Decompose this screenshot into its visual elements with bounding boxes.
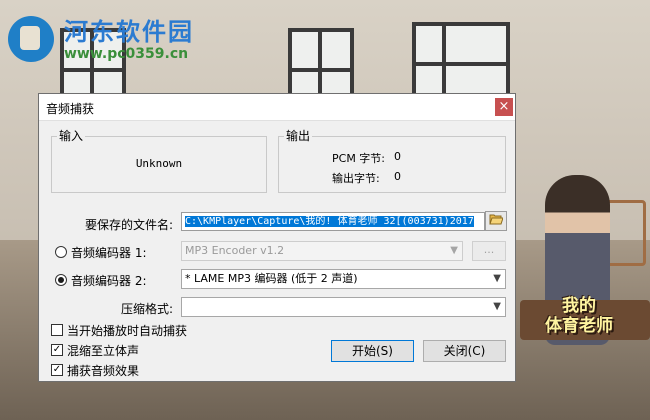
encoder1-label: 音频编码器 1: <box>71 246 147 260</box>
output-bytes-label: 输出字节: <box>332 172 380 185</box>
show-logo: 我的 体育老师 <box>544 296 614 336</box>
auto-capture-checkbox[interactable] <box>51 324 63 336</box>
input-source: Unknown <box>135 157 183 170</box>
title-bar[interactable]: 音频捕获 × <box>39 94 515 121</box>
pcm-bytes-label: PCM 字节: <box>332 152 386 165</box>
audio-capture-dialog: 音频捕获 × 输入 Unknown 输出 PCM 字节: 0 输出字节: 0 要… <box>38 93 516 382</box>
input-group: 输入 Unknown <box>51 127 267 193</box>
capture-effects-checkbox[interactable]: ✓ <box>51 364 63 376</box>
close-button[interactable]: 关闭(C) <box>423 340 506 362</box>
close-icon[interactable]: × <box>495 98 513 116</box>
show-logo-line2: 体育老师 <box>545 316 613 336</box>
output-bytes-value: 0 <box>394 170 401 183</box>
chevron-down-icon: ▼ <box>493 301 501 312</box>
output-group-legend: 输出 <box>284 127 313 144</box>
encoder1-radio[interactable] <box>55 246 67 258</box>
start-button[interactable]: 开始(S) <box>331 340 414 362</box>
encoder2-radio[interactable] <box>55 274 67 286</box>
encoder1-select[interactable]: MP3 Encoder v1.2 ▼ <box>181 241 463 261</box>
capture-effects-label: 捕获音频效果 <box>67 364 140 378</box>
watermark-title: 河东软件园 <box>64 18 194 46</box>
chevron-down-icon: ▼ <box>493 273 501 284</box>
mix-stereo-checkbox[interactable]: ✓ <box>51 344 63 356</box>
output-group: 输出 PCM 字节: 0 输出字节: 0 <box>278 127 506 193</box>
show-logo-line1: 我的 <box>562 296 596 316</box>
encoder2-label: 音频编码器 2: <box>71 274 147 288</box>
encoder2-value: * LAME MP3 编码器 (低于 2 声道) <box>185 272 358 285</box>
dialog-title: 音频捕获 <box>46 102 95 116</box>
filename-value: C:\KMPlayer\Capture\我的! 体育老师 32[(003731)… <box>185 216 474 227</box>
watermark-logo-icon <box>8 16 54 62</box>
auto-capture-label: 当开始播放时自动捕获 <box>67 324 188 338</box>
input-group-legend: 输入 <box>57 127 86 144</box>
mix-stereo-label: 混缩至立体声 <box>67 344 140 358</box>
watermark-url: www.pc0359.cn <box>64 46 189 62</box>
folder-open-icon[interactable] <box>485 211 507 231</box>
filename-label: 要保存的文件名: <box>85 218 174 232</box>
filename-input[interactable]: C:\KMPlayer\Capture\我的! 体育老师 32[(003731)… <box>181 212 485 231</box>
compress-format-select[interactable]: ▼ <box>181 297 506 317</box>
compress-format-label: 压缩格式: <box>121 302 174 316</box>
encoder1-options-button[interactable]: ... <box>472 241 506 261</box>
encoder2-select[interactable]: * LAME MP3 编码器 (低于 2 声道) ▼ <box>181 269 506 289</box>
pcm-bytes-value: 0 <box>394 150 401 163</box>
encoder1-value: MP3 Encoder v1.2 <box>185 244 285 257</box>
chevron-down-icon: ▼ <box>450 245 458 256</box>
